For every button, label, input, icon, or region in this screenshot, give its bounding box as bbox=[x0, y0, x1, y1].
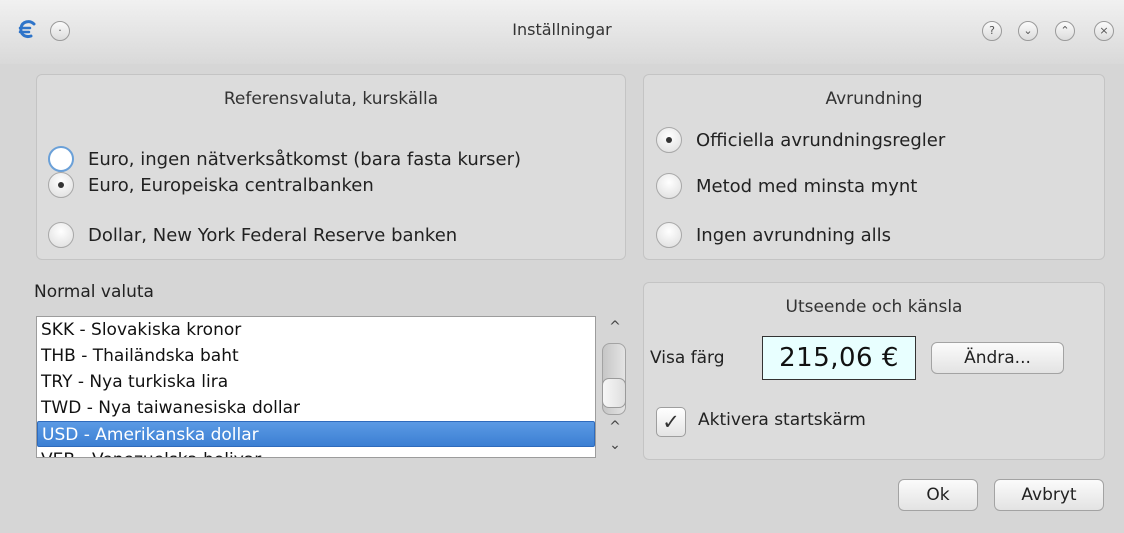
radio-euro-no-network[interactable]: Euro, ingen nätverksåtkomst (bara fasta … bbox=[48, 146, 521, 172]
normal-currency-label: Normal valuta bbox=[34, 282, 154, 302]
close-button[interactable]: × bbox=[1094, 21, 1114, 41]
splash-label: Aktivera startskärm bbox=[698, 410, 866, 430]
maximize-button[interactable]: ⌃ bbox=[1055, 21, 1075, 41]
radio-official-rounding[interactable]: Officiella avrundningsregler bbox=[656, 127, 945, 153]
radio-label: Dollar, New York Federal Reserve banken bbox=[88, 224, 458, 246]
reference-group-title: Referensvaluta, kurskälla bbox=[223, 89, 439, 109]
radio-button[interactable] bbox=[656, 173, 682, 199]
currency-list[interactable]: SKK - Slovakiska kronor THB - Thailändsk… bbox=[36, 316, 596, 458]
list-item[interactable]: VEB - Venezuelska bolivar bbox=[37, 447, 595, 457]
change-color-button[interactable]: Ändra... bbox=[931, 342, 1064, 374]
radio-label: Ingen avrundning alls bbox=[696, 224, 892, 246]
radio-dollar-fed[interactable]: Dollar, New York Federal Reserve banken bbox=[48, 222, 457, 248]
radio-no-rounding[interactable]: Ingen avrundning alls bbox=[656, 222, 891, 248]
list-item-selected[interactable]: USD - Amerikanska dollar bbox=[37, 421, 595, 447]
radio-label: Euro, Europeiska centralbanken bbox=[88, 174, 374, 196]
radio-button[interactable] bbox=[656, 222, 682, 248]
minimize-button[interactable]: ⌄ bbox=[1018, 21, 1038, 41]
list-item[interactable]: TWD - Nya taiwanesiska dollar bbox=[37, 395, 595, 421]
radio-label: Metod med minsta mynt bbox=[696, 175, 918, 197]
show-color-label: Visa färg bbox=[650, 348, 725, 368]
radio-label: Euro, ingen nätverksåtkomst (bara fasta … bbox=[88, 148, 522, 170]
splash-checkbox[interactable]: ✓ bbox=[656, 407, 686, 437]
radio-button[interactable] bbox=[48, 146, 74, 172]
list-item[interactable]: SKK - Slovakiska kronor bbox=[37, 317, 595, 343]
radio-euro-ecb[interactable]: Euro, Europeiska centralbanken bbox=[48, 172, 374, 198]
window-title: Inställningar bbox=[512, 20, 612, 39]
scroll-up-icon[interactable]: ^ bbox=[604, 418, 626, 436]
appearance-group-title: Utseende och känsla bbox=[785, 297, 963, 317]
radio-label: Officiella avrundningsregler bbox=[696, 129, 946, 151]
list-item[interactable]: TRY - Nya turkiska lira bbox=[37, 369, 595, 395]
radio-button[interactable] bbox=[48, 222, 74, 248]
radio-button[interactable] bbox=[656, 127, 682, 153]
radio-smallest-coin[interactable]: Metod med minsta mynt bbox=[656, 173, 917, 199]
ok-button[interactable]: Ok bbox=[898, 479, 978, 511]
radio-button[interactable] bbox=[48, 172, 74, 198]
scrollbar-thumb[interactable] bbox=[602, 378, 626, 408]
cancel-button[interactable]: Avbryt bbox=[994, 479, 1104, 511]
rounding-group-title: Avrundning bbox=[825, 89, 923, 109]
title-bar[interactable]: · Inställningar ? ⌄ ⌃ × bbox=[0, 0, 1124, 64]
help-button[interactable]: ? bbox=[982, 21, 1002, 41]
color-sample: 215,06 € bbox=[762, 336, 916, 380]
list-item[interactable]: THB - Thailändska baht bbox=[37, 343, 595, 369]
scroll-down-icon[interactable]: ⌄ bbox=[604, 436, 626, 454]
scroll-up-icon[interactable]: ^ bbox=[604, 318, 626, 336]
